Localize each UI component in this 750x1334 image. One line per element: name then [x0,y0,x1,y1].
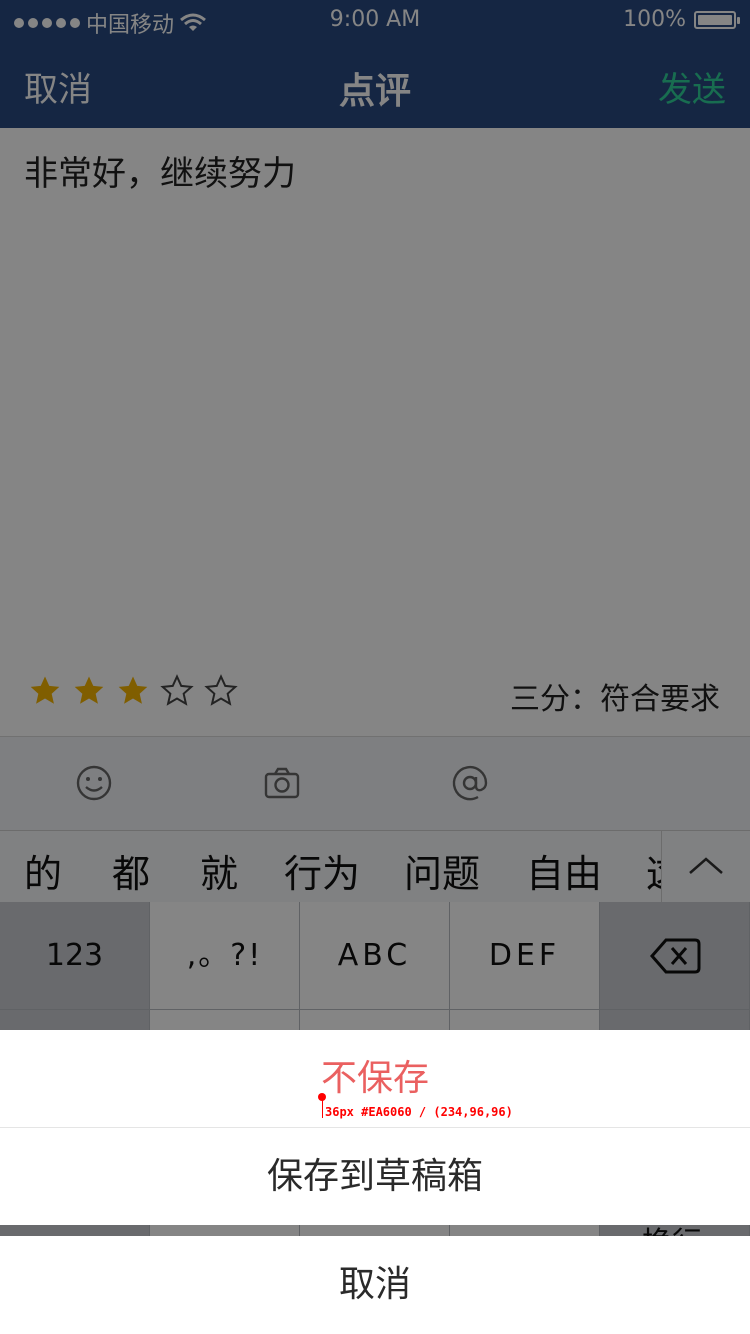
annotation-line [322,1100,323,1118]
annotation-label: 36px #EA6060 / (234,96,96) [325,1105,513,1119]
action-sheet: 不保存 保存到草稿箱 取消 36px #EA6060 / (234,96,96) [0,1030,750,1334]
save-draft-button[interactable]: 保存到草稿箱 [0,1128,750,1225]
cancel-sheet-button[interactable]: 取消 [0,1236,750,1334]
